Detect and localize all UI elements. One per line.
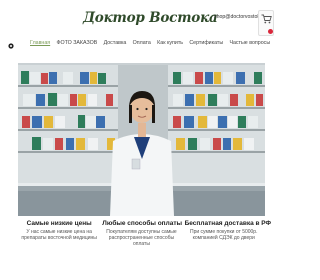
features-section: Самые низкие цены У нас самые низкие цен… xyxy=(18,220,272,270)
logo-text: Доктор Востока xyxy=(83,10,218,26)
cart-icon xyxy=(261,14,272,24)
cart-button[interactable] xyxy=(258,10,274,36)
phone-icon[interactable] xyxy=(8,43,14,49)
nav-item-how-to-buy[interactable]: Как купить xyxy=(157,40,183,50)
nav-item-home[interactable]: Главная xyxy=(30,40,50,50)
nav-item-delivery[interactable]: Доставка xyxy=(104,40,127,50)
feature-description: Покупателям доступны самые распространен… xyxy=(106,229,177,248)
feature-description: При сумме покупки от 5000р. компанией СД… xyxy=(189,229,258,242)
nav-item-payment[interactable]: Оплата xyxy=(133,40,151,50)
feature-payment-methods: Любые способы оплаты Покупателям доступн… xyxy=(100,220,182,270)
feature-title: Любые способы оплаты xyxy=(102,220,183,227)
site-header: Доктор Востока shop@doctorvostoka xyxy=(0,0,280,38)
nav-item-certificates[interactable]: Сертификаты xyxy=(189,40,223,50)
site-logo[interactable]: Доктор Востока xyxy=(80,4,218,32)
feature-low-prices: Самые низкие цены У нас самые низкие цен… xyxy=(18,220,100,270)
feature-title: Самые низкие цены xyxy=(26,220,92,227)
feature-title: Бесплатная доставка в РФ xyxy=(184,220,272,227)
main-nav: Главная ФОТО ЗАКАЗОВ Доставка Оплата Как… xyxy=(30,40,276,50)
feature-description: У нас самые низкие цена на препараты вос… xyxy=(21,229,97,242)
nav-item-faq[interactable]: Частые вопросы xyxy=(229,40,270,50)
cart-badge xyxy=(268,29,273,34)
shelf-left xyxy=(18,65,118,183)
nav-item-order-photos[interactable]: ФОТО ЗАКАЗОВ xyxy=(56,40,97,50)
contact-email[interactable]: shop@doctorvostoka xyxy=(214,14,263,20)
shelf-right xyxy=(168,65,265,183)
feature-free-delivery: Бесплатная доставка в РФ При сумме покуп… xyxy=(183,220,272,270)
hero-banner-image xyxy=(18,63,265,216)
